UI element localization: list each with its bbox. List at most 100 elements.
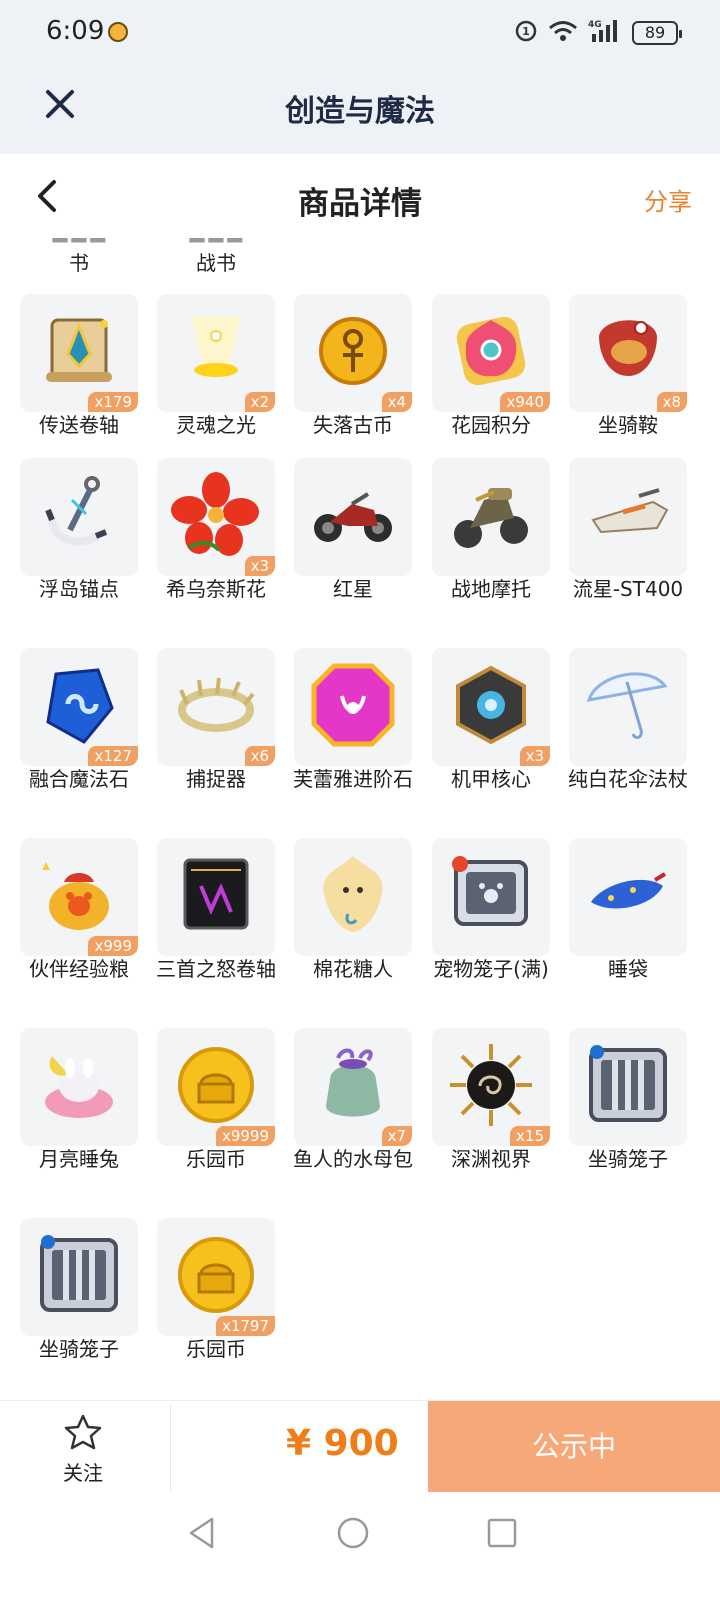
item-thumbnail — [20, 458, 138, 576]
item-thumbnail — [294, 458, 412, 576]
item-name: 融合魔法石 — [29, 767, 129, 791]
inventory-item[interactable]: x179 传送卷轴 — [20, 294, 138, 438]
item-name: 捕捉器 — [186, 767, 246, 791]
item-thumbnail: x4 — [294, 294, 412, 412]
item-thumbnail: x3 — [157, 458, 275, 576]
inventory-item[interactable]: 战地摩托 — [432, 458, 550, 602]
partial-item-name: ▬▬▬ 战书 — [188, 238, 245, 275]
inventory-item[interactable]: x1797 乐园币 — [157, 1218, 275, 1362]
inventory-item[interactable]: x940 花园积分 — [432, 294, 550, 438]
quantity-badge: x179 — [88, 392, 138, 412]
item-name: 灵魂之光 — [176, 413, 256, 437]
item-name: 希乌奈斯花 — [166, 577, 266, 601]
inventory-item[interactable]: x9999 乐园币 — [157, 1028, 275, 1172]
quantity-badge: x999 — [88, 936, 138, 956]
follow-button[interactable]: 关注 — [40, 1413, 126, 1485]
item-thumbnail: x127 — [20, 648, 138, 766]
item-thumbnail — [20, 1028, 138, 1146]
inventory-item[interactable]: 坐骑笼子 — [20, 1218, 138, 1362]
item-thumbnail: x3 — [432, 648, 550, 766]
item-thumbnail: x940 — [432, 294, 550, 412]
item-thumbnail: x999 — [20, 838, 138, 956]
item-name: 月亮睡兔 — [39, 1147, 119, 1171]
quantity-badge: x127 — [88, 746, 138, 766]
item-name: 坐骑笼子 — [588, 1147, 668, 1171]
triangle-back-icon — [189, 1517, 214, 1549]
item-name: 芙蕾雅进阶石 — [293, 767, 413, 791]
quantity-badge: x940 — [500, 392, 550, 412]
item-thumbnail — [569, 648, 687, 766]
inventory-item[interactable]: x2 灵魂之光 — [157, 294, 275, 438]
circle-home-icon — [337, 1517, 369, 1549]
item-thumbnail: x9999 — [157, 1028, 275, 1146]
item-thumbnail: x179 — [20, 294, 138, 412]
items-grid: ▬▬▬ 书 ▬▬▬ 战书 x179传送卷轴x2灵魂之光x4失落古币x940花园积… — [0, 238, 720, 1388]
quantity-badge: x3 — [519, 746, 550, 766]
data-saver-icon: 1 — [514, 19, 538, 47]
quantity-badge: x3 — [244, 556, 275, 576]
battery-indicator: 89 — [632, 21, 682, 45]
inventory-item[interactable]: 棉花糖人 — [294, 838, 412, 982]
item-thumbnail: x15 — [432, 1028, 550, 1146]
status-time: 6:09 — [46, 16, 105, 46]
partial-item-name: ▬▬▬ 书 — [51, 238, 108, 275]
item-name: 三首之怒卷轴 — [156, 957, 276, 981]
page-title: 商品详情 — [298, 186, 422, 222]
item-thumbnail — [569, 458, 687, 576]
share-button[interactable]: 分享 — [644, 182, 692, 217]
listing-status-button[interactable]: 公示中 — [428, 1401, 720, 1493]
quantity-badge: x15 — [510, 1126, 550, 1146]
status-bar: 6:09 1 4G 89 — [0, 0, 720, 64]
inventory-item[interactable]: x6 捕捉器 — [157, 648, 275, 792]
inventory-item[interactable]: 浮岛锚点 — [20, 458, 138, 602]
item-name: 睡袋 — [608, 957, 648, 981]
item-thumbnail — [569, 838, 687, 956]
app-title: 创造与魔法 — [285, 94, 435, 129]
inventory-item[interactable]: 流星-ST400 — [569, 458, 687, 602]
partial-row: ▬▬▬ 书 ▬▬▬ 战书 — [0, 238, 720, 276]
inventory-item[interactable]: 睡袋 — [569, 838, 687, 982]
wifi-icon — [548, 19, 578, 47]
inventory-item[interactable]: x7 鱼人的水母包 — [293, 1028, 413, 1172]
svg-text:1: 1 — [522, 25, 530, 38]
inventory-item[interactable]: x8 坐骑鞍 — [569, 294, 687, 438]
item-name: 棉花糖人 — [313, 957, 393, 981]
item-name: 纯白花伞法杖 — [568, 767, 688, 791]
inventory-item[interactable]: x127 融合魔法石 — [20, 648, 138, 792]
inventory-item[interactable]: x3 希乌奈斯花 — [157, 458, 275, 602]
item-name: 战地摩托 — [451, 577, 531, 601]
quantity-badge: x7 — [381, 1126, 412, 1146]
square-recents-icon — [487, 1518, 517, 1548]
item-thumbnail: x1797 — [157, 1218, 275, 1336]
inventory-item[interactable]: 红星 — [294, 458, 412, 602]
item-thumbnail — [20, 1218, 138, 1336]
item-name: 红星 — [333, 577, 373, 601]
nav-home-button[interactable] — [336, 1516, 370, 1554]
item-thumbnail — [294, 648, 412, 766]
quantity-badge: x9999 — [215, 1126, 275, 1146]
inventory-item[interactable]: 月亮睡兔 — [20, 1028, 138, 1172]
inventory-item[interactable]: x4 失落古币 — [294, 294, 412, 438]
app-header: 创造与魔法 — [0, 64, 720, 154]
nav-recents-button[interactable] — [486, 1516, 518, 1554]
inventory-item[interactable]: 纯白花伞法杖 — [568, 648, 688, 792]
inventory-item[interactable]: 芙蕾雅进阶石 — [293, 648, 413, 792]
item-name: 宠物笼子(满) — [433, 957, 549, 981]
inventory-item[interactable]: 宠物笼子(满) — [432, 838, 550, 982]
inventory-item[interactable]: x3 机甲核心 — [432, 648, 550, 792]
nav-back-button[interactable] — [186, 1516, 218, 1554]
inventory-item[interactable]: 三首之怒卷轴 — [156, 838, 276, 982]
item-name: 传送卷轴 — [39, 413, 119, 437]
inventory-item[interactable]: x15 深渊视界 — [432, 1028, 550, 1172]
item-name: 深渊视界 — [451, 1147, 531, 1171]
quantity-badge: x1797 — [215, 1316, 275, 1336]
cellular-signal-icon: 4G — [588, 18, 622, 48]
item-name: 机甲核心 — [451, 767, 531, 791]
svg-text:4G: 4G — [588, 20, 602, 30]
inventory-item[interactable]: x999 伙伴经验粮 — [20, 838, 138, 982]
inventory-item[interactable]: 坐骑笼子 — [569, 1028, 687, 1172]
system-nav-bar — [0, 1492, 720, 1600]
item-name: 坐骑笼子 — [39, 1337, 119, 1361]
divider — [170, 1405, 171, 1491]
item-name: 乐园币 — [186, 1337, 246, 1361]
